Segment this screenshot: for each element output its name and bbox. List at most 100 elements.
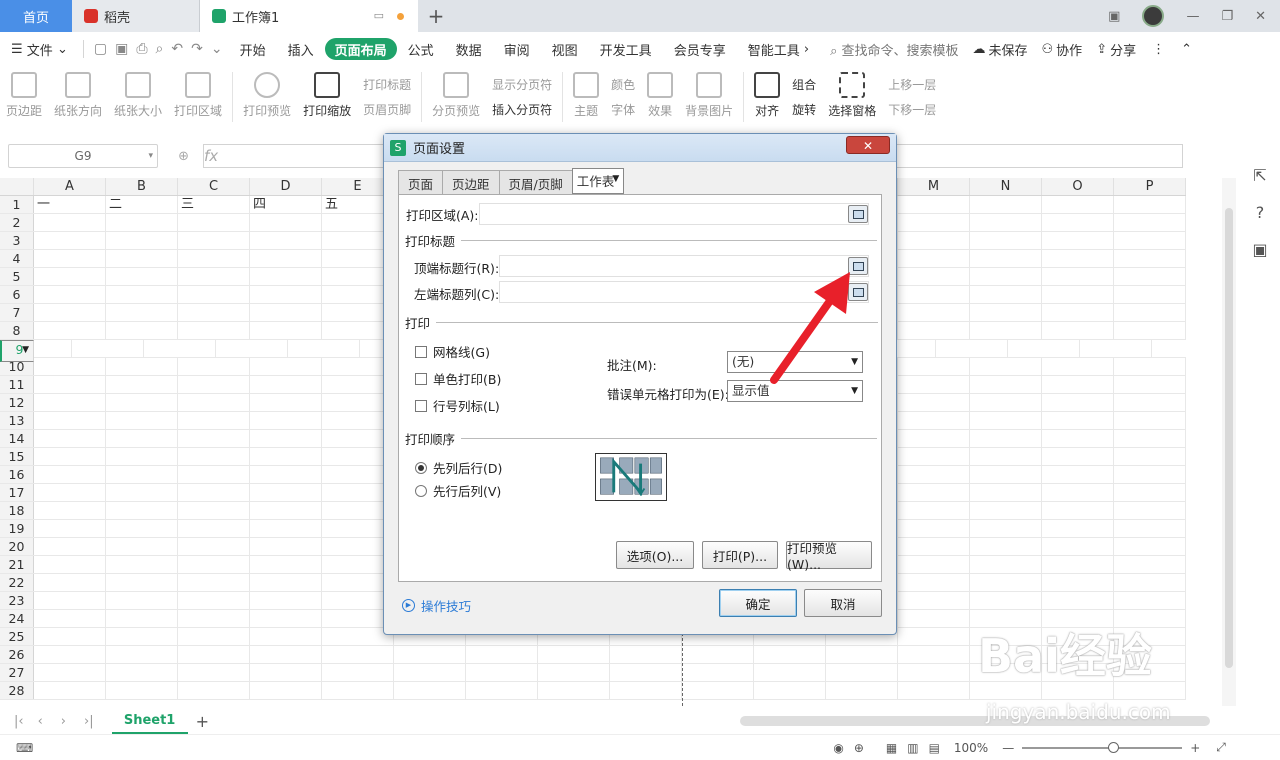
menu-start[interactable]: 开始 xyxy=(229,38,277,60)
left-cols-picker-icon[interactable] xyxy=(848,283,868,301)
cell[interactable] xyxy=(538,682,610,699)
cell[interactable] xyxy=(970,376,1042,393)
cell[interactable]: 三 xyxy=(178,196,250,213)
row-header[interactable]: 19 xyxy=(0,520,34,537)
cell[interactable] xyxy=(898,592,970,609)
cell[interactable] xyxy=(34,322,106,339)
cell[interactable] xyxy=(178,376,250,393)
paper-size-button[interactable]: 纸张大小 xyxy=(108,72,168,119)
cell[interactable] xyxy=(970,214,1042,231)
send-backward-button[interactable]: 下移一层 xyxy=(888,101,936,118)
cell[interactable] xyxy=(1114,484,1186,501)
cell[interactable] xyxy=(682,646,754,663)
left-cols-input[interactable] xyxy=(499,281,869,303)
cell[interactable] xyxy=(106,610,178,627)
orientation-button[interactable]: 纸张方向 xyxy=(48,72,108,119)
tips-link[interactable]: ▶ 操作技巧 xyxy=(402,596,471,615)
cell[interactable] xyxy=(178,268,250,285)
cell[interactable] xyxy=(1042,232,1114,249)
cell[interactable] xyxy=(970,412,1042,429)
minimize-icon[interactable]: — xyxy=(1186,9,1199,24)
cell[interactable] xyxy=(610,664,682,681)
cell[interactable] xyxy=(1114,556,1186,573)
cell[interactable] xyxy=(394,646,466,663)
column-header-o[interactable]: O xyxy=(1042,178,1114,195)
insert-break-button[interactable]: 插入分页符 xyxy=(492,101,552,118)
cell[interactable] xyxy=(322,682,394,699)
cell[interactable] xyxy=(1042,520,1114,537)
rotate-button[interactable]: 旋转 xyxy=(792,101,816,118)
row-header[interactable]: 23 xyxy=(0,592,34,609)
row-header[interactable]: 20 xyxy=(0,538,34,555)
cell[interactable] xyxy=(178,538,250,555)
last-sheet-icon[interactable]: ›| xyxy=(84,714,94,729)
cancel-button[interactable]: 取消 xyxy=(804,589,882,617)
cell[interactable] xyxy=(178,556,250,573)
cell[interactable] xyxy=(250,484,322,501)
new-tab-button[interactable]: + xyxy=(418,0,454,32)
cell[interactable] xyxy=(1114,304,1186,321)
cell[interactable] xyxy=(970,322,1042,339)
cell[interactable] xyxy=(34,556,106,573)
cell[interactable] xyxy=(1114,448,1186,465)
top-rows-picker-icon[interactable] xyxy=(848,257,868,275)
cell[interactable] xyxy=(250,610,322,627)
cell[interactable] xyxy=(898,628,970,645)
cursor-icon[interactable]: ⇱ xyxy=(1253,166,1266,185)
cell[interactable] xyxy=(250,682,322,699)
menu-review[interactable]: 审阅 xyxy=(493,38,541,60)
cell[interactable] xyxy=(538,664,610,681)
row-header[interactable]: 6 xyxy=(0,286,34,303)
cell[interactable] xyxy=(178,322,250,339)
cell[interactable] xyxy=(898,664,970,681)
select-all-corner[interactable] xyxy=(0,178,34,195)
cell[interactable] xyxy=(1114,520,1186,537)
cell[interactable] xyxy=(1042,448,1114,465)
mono-print-checkbox[interactable]: 单色打印(B) xyxy=(415,369,501,388)
row-header[interactable]: 22 xyxy=(0,574,34,591)
cell[interactable] xyxy=(898,520,970,537)
cell[interactable] xyxy=(288,340,360,357)
row-header[interactable]: 24 xyxy=(0,610,34,627)
row-header[interactable]: 26 xyxy=(0,646,34,663)
print-area-button[interactable]: 打印区域 xyxy=(168,72,228,119)
cell[interactable] xyxy=(34,304,106,321)
cell[interactable] xyxy=(898,610,970,627)
menu-smart-tools[interactable]: 智能工具 › xyxy=(737,38,820,60)
gridlines-checkbox[interactable]: 网格线(G) xyxy=(415,342,490,361)
cell[interactable] xyxy=(1042,376,1114,393)
row-header[interactable]: 27 xyxy=(0,664,34,681)
cell[interactable] xyxy=(106,304,178,321)
dialog-titlebar[interactable]: S 页面设置 ✕ xyxy=(384,134,896,162)
cell[interactable] xyxy=(106,232,178,249)
cell[interactable] xyxy=(1042,592,1114,609)
cell[interactable] xyxy=(34,376,106,393)
cell[interactable] xyxy=(250,592,322,609)
ok-button[interactable]: 确定 xyxy=(719,589,797,617)
cell[interactable] xyxy=(754,646,826,663)
cell[interactable] xyxy=(1042,286,1114,303)
cell[interactable] xyxy=(826,646,898,663)
cell[interactable] xyxy=(898,268,970,285)
more-menu-icon[interactable]: ⋮ xyxy=(1152,42,1165,57)
row-header[interactable]: 15 xyxy=(0,448,34,465)
unsaved-button[interactable]: ☁ 未保存 xyxy=(973,40,1028,59)
tab-page[interactable]: 页面 xyxy=(398,170,444,194)
tab-margins[interactable]: 页边距 xyxy=(442,170,500,194)
cell[interactable] xyxy=(250,628,322,645)
cell[interactable] xyxy=(466,646,538,663)
cell[interactable] xyxy=(898,448,970,465)
cell[interactable] xyxy=(898,214,970,231)
sheet-tab-sheet1[interactable]: Sheet1 xyxy=(111,708,188,734)
cell[interactable] xyxy=(394,682,466,699)
cell[interactable] xyxy=(178,358,250,375)
row-header[interactable]: 12 xyxy=(0,394,34,411)
image-tool-icon[interactable]: ▣ xyxy=(1252,240,1267,259)
collab-button[interactable]: ⚇ 协作 xyxy=(1042,40,1083,59)
cell[interactable] xyxy=(106,448,178,465)
print-preview-button[interactable]: 打印预览 xyxy=(237,72,297,119)
cell[interactable] xyxy=(250,268,322,285)
row-header[interactable]: 11 xyxy=(0,376,34,393)
cell[interactable] xyxy=(898,250,970,267)
cell[interactable] xyxy=(1114,538,1186,555)
